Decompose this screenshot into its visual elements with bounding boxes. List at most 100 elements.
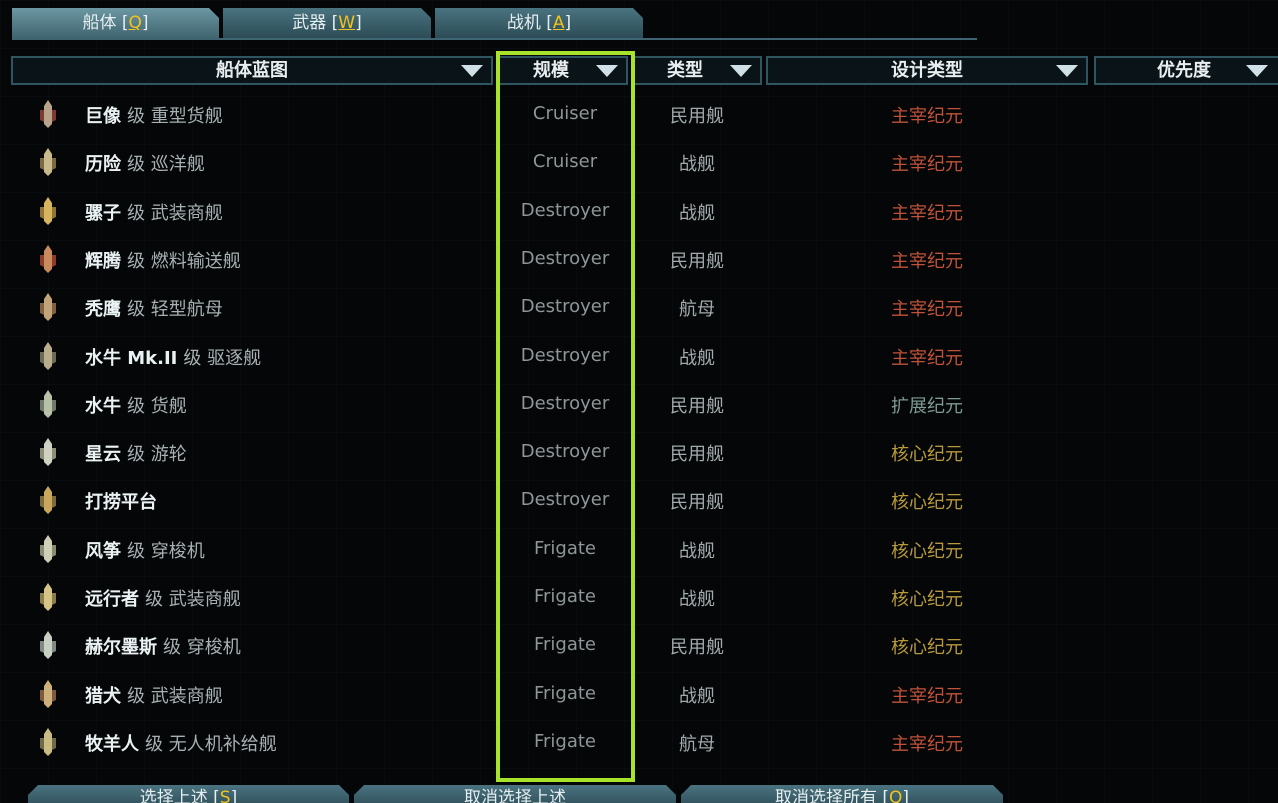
hull-name-primary: 水牛 Mk.II (85, 347, 178, 369)
hull-name: 赫尔墨斯级 穿梭机 (85, 633, 241, 659)
column-header-priority[interactable]: 优先度 (1094, 56, 1278, 85)
tab-fighters-label: 战机 [ (506, 13, 553, 33)
column-header-type[interactable]: 类型 (632, 56, 762, 85)
drone-tender-icon (40, 727, 56, 756)
hull-name-primary: 猎犬 (85, 685, 121, 707)
deselect-all-button[interactable]: 取消选择所有 [Q] (681, 785, 1003, 803)
tab-weapons-hotkey: W (338, 13, 356, 33)
hull-name: 巨像级 重型货舰 (85, 102, 223, 128)
column-header-hull-blueprint[interactable]: 船体蓝图 (11, 56, 493, 85)
select-above-suffix: ] (230, 788, 238, 803)
hull-row[interactable]: 猎犬级 武装商舰 Frigate 战舰 主宰纪元 (0, 670, 1000, 718)
design-type: 主宰纪元 (891, 250, 963, 272)
column-header-design-type[interactable]: 设计类型 (766, 56, 1088, 85)
hull-name-primary: 秃鹰 (85, 299, 121, 321)
hull-type: 战舰 (679, 154, 715, 176)
hull-type: 航母 (679, 299, 715, 321)
hull-size: Frigate (533, 586, 597, 607)
tab-fighters-suffix: ] (564, 13, 572, 33)
salvage-rig-icon (40, 486, 56, 515)
design-type: 核心纪元 (891, 589, 963, 610)
select-above-button[interactable]: 选择上述 [S] (28, 785, 349, 803)
tab-weapons-suffix: ] (355, 13, 362, 33)
hull-size: Cruiser (532, 103, 598, 124)
hull-class: 级 重型货舰 (127, 106, 223, 127)
hull-type: 战舰 (679, 202, 715, 224)
deselect-all-hotkey: Q (889, 788, 903, 803)
tab-fighters[interactable]: 战机 [A] (435, 8, 643, 38)
hull-size: Destroyer (520, 199, 610, 221)
hull-size: Destroyer (520, 344, 610, 366)
column-header-hull-blueprint-label: 船体蓝图 (216, 60, 288, 81)
hull-row[interactable]: 骡子级 武装商舰 Destroyer 战舰 主宰纪元 (0, 187, 1000, 235)
sort-dropdown-icon (461, 65, 483, 77)
hull-name-primary: 远行者 (85, 589, 139, 610)
hull-type: 民用舰 (670, 492, 724, 514)
hull-name: 水牛级 货舰 (85, 392, 187, 418)
design-type: 核心纪元 (891, 492, 963, 514)
hull-name: 秃鹰级 轻型航母 (85, 295, 223, 321)
hull-name: 辉腾级 燃料输送舰 (85, 247, 241, 273)
hull-name-primary: 历险 (85, 154, 121, 176)
hull-type: 航母 (679, 733, 715, 755)
select-above-hotkey: S (219, 788, 231, 803)
design-type: 主宰纪元 (891, 347, 963, 369)
deselect-all-suffix: ] (902, 788, 910, 803)
hull-name-primary: 水牛 (85, 395, 121, 417)
hull-size: Frigate (533, 537, 597, 559)
shuttle-icon (40, 631, 56, 660)
hull-name-primary: 打捞平台 (85, 492, 157, 514)
hull-class: 级 轻型航母 (127, 299, 223, 321)
sort-dropdown-icon (730, 65, 752, 77)
hull-size: Frigate (533, 682, 597, 704)
tab-weapons[interactable]: 武器 [W] (223, 8, 431, 38)
hull-type: 战舰 (679, 540, 715, 562)
column-header-design-type-label: 设计类型 (891, 60, 963, 81)
hull-row[interactable]: 打捞平台 Destroyer 民用舰 核心纪元 (0, 476, 1000, 524)
tab-hulls[interactable]: 船体 [Q] (12, 8, 219, 38)
hull-size: Frigate (533, 634, 597, 656)
shuttle-icon (40, 534, 56, 563)
hull-size: Destroyer (520, 296, 610, 318)
hull-row[interactable]: 赫尔墨斯级 穿梭机 Frigate 民用舰 核心纪元 (0, 621, 1000, 669)
deselect-above-label: 取消选择上述 (464, 788, 566, 803)
hull-name: 打捞平台 (85, 488, 163, 514)
cruiser-icon (40, 148, 56, 177)
tab-weapons-label: 武器 [ (292, 13, 339, 33)
hull-type: 民用舰 (670, 637, 724, 659)
hull-row[interactable]: 辉腾级 燃料输送舰 Destroyer 民用舰 主宰纪元 (0, 235, 1000, 283)
hull-name: 水牛 Mk.II 级 驱逐舰 (85, 344, 261, 370)
hull-name-primary: 星云 (85, 444, 121, 466)
hull-row[interactable]: 历险级 巡洋舰 Cruiser 战舰 主宰纪元 (0, 138, 1000, 186)
hull-row[interactable]: 牧羊人级 无人机补给舰 Frigate 航母 主宰纪元 (0, 718, 1000, 766)
hull-name: 风筝级 穿梭机 (85, 537, 205, 563)
design-type: 主宰纪元 (891, 685, 963, 707)
liner-icon (40, 438, 56, 467)
tab-hulls-hotkey: Q (128, 13, 142, 33)
hull-size: Destroyer (520, 247, 610, 269)
hull-name-primary: 巨像 (85, 106, 121, 127)
hull-row[interactable]: 水牛 Mk.II 级 驱逐舰 Destroyer 战舰 主宰纪元 (0, 332, 1000, 380)
hull-row[interactable]: 水牛级 货舰 Destroyer 民用舰 扩展纪元 (0, 380, 1000, 428)
design-type: 扩展纪元 (891, 395, 963, 417)
hull-size: Destroyer (520, 392, 610, 414)
deselect-above-button[interactable]: 取消选择上述 (354, 785, 676, 803)
hull-class: 级 货舰 (127, 395, 187, 417)
hull-row[interactable]: 秃鹰级 轻型航母 Destroyer 航母 主宰纪元 (0, 283, 1000, 331)
hull-row[interactable]: 星云级 游轮 Destroyer 民用舰 核心纪元 (0, 428, 1000, 476)
hull-row[interactable]: 风筝级 穿梭机 Frigate 战舰 核心纪元 (0, 525, 1000, 573)
hull-row[interactable]: 巨像级 重型货舰 Cruiser 民用舰 主宰纪元 (0, 90, 1000, 138)
destroyer-icon (40, 341, 56, 370)
hull-name: 远行者级 武装商舰 (85, 585, 241, 611)
hull-size: Destroyer (520, 489, 610, 511)
tab-hulls-suffix: ] (141, 13, 149, 33)
hull-name: 猎犬级 武装商舰 (85, 682, 223, 708)
sort-dropdown-icon (1056, 65, 1078, 77)
design-type: 核心纪元 (891, 444, 963, 466)
column-header-size[interactable]: 规模 (498, 56, 628, 85)
armed-freighter-icon (40, 196, 56, 225)
hull-row[interactable]: 远行者级 武装商舰 Frigate 战舰 核心纪元 (0, 573, 1000, 621)
tab-hulls-label: 船体 [ (82, 13, 129, 33)
hull-type: 民用舰 (670, 106, 724, 127)
hull-class: 级 武装商舰 (145, 589, 241, 610)
